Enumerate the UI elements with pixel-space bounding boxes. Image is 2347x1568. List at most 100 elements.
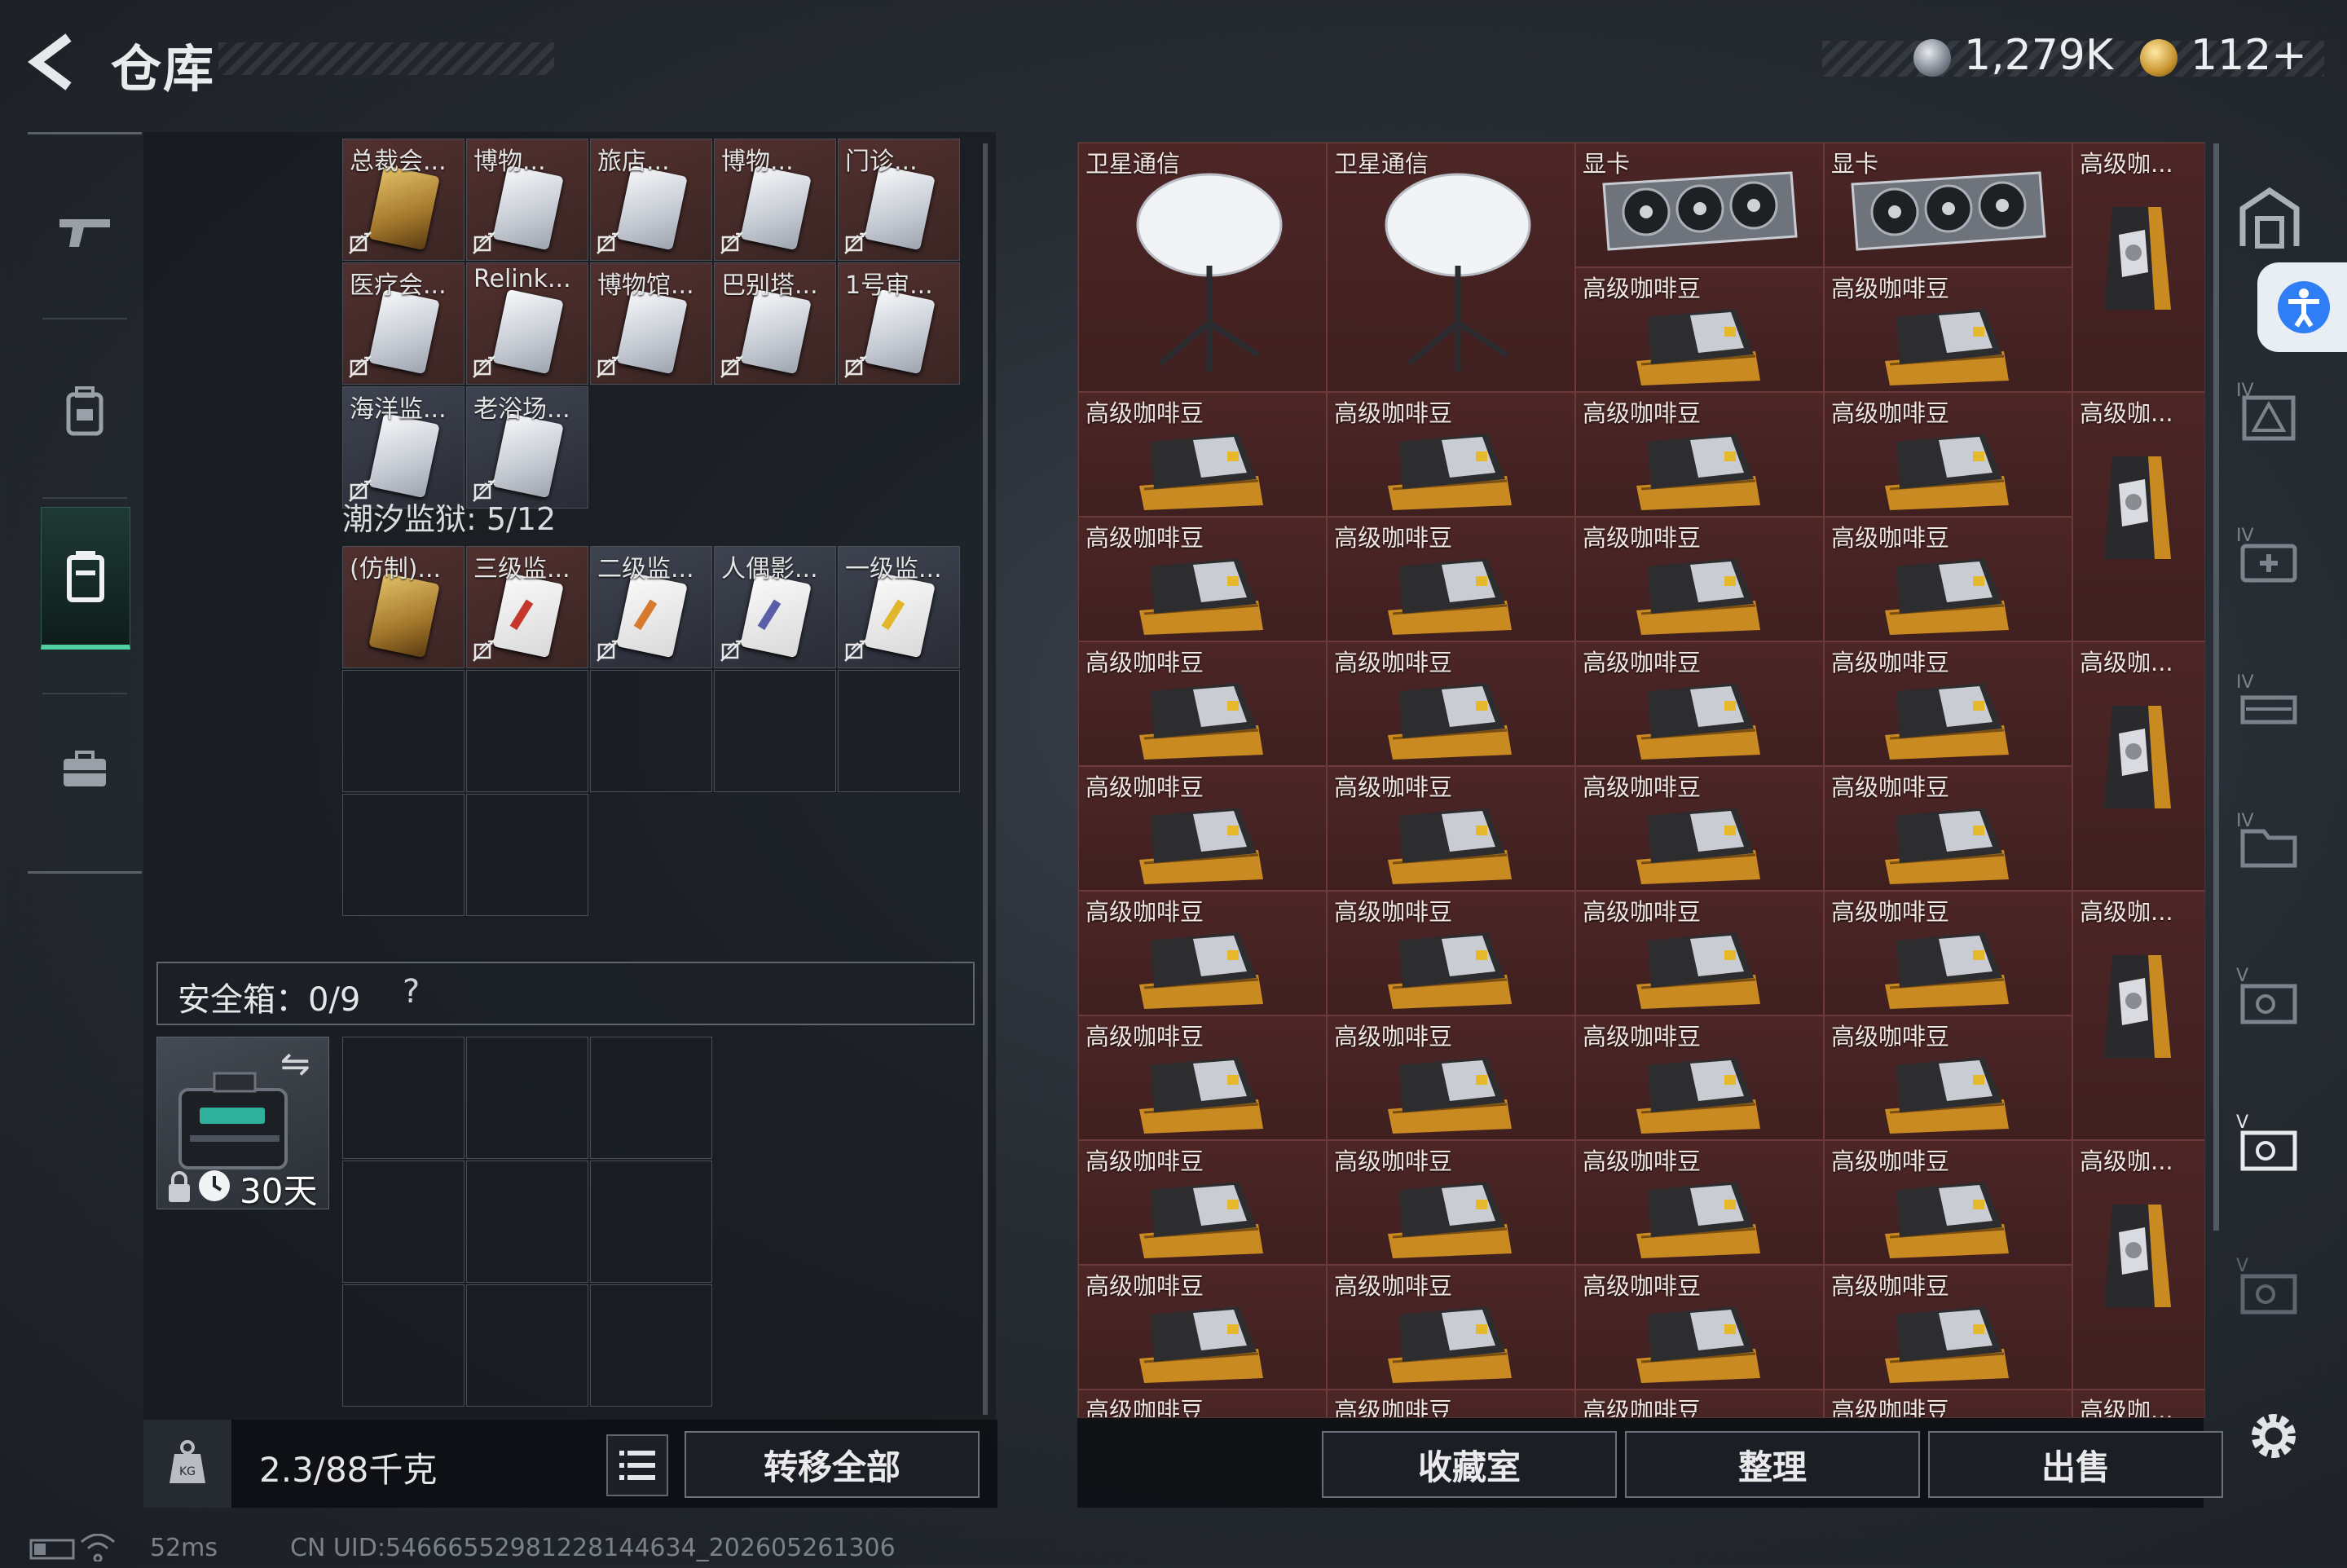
sort-button[interactable]: 整理 [1625, 1431, 1920, 1498]
stash-item[interactable]: 高级咖啡豆 [1078, 1265, 1327, 1390]
stash-item[interactable]: 高级咖啡豆 [1824, 891, 2072, 1015]
stash-item[interactable]: 高级咖啡豆 [1327, 1265, 1575, 1390]
stash-item[interactable]: 高级咖啡豆 [1824, 1390, 2072, 1417]
stash-item[interactable]: 高级咖啡豆 [1078, 891, 1327, 1015]
nav-weapons[interactable] [41, 163, 129, 300]
empty-slot[interactable] [590, 1161, 712, 1283]
stash-tab-4[interactable]: IV [2233, 377, 2306, 450]
empty-slot[interactable] [342, 1161, 465, 1283]
settings-button[interactable] [2241, 1403, 2306, 1469]
empty-slot[interactable] [466, 1284, 588, 1407]
stash-item[interactable]: 高级咖啡豆 [1327, 517, 1575, 641]
stash-item[interactable]: 高级咖啡豆 [1078, 392, 1327, 517]
stash-item[interactable]: 高级咖... [2072, 1390, 2204, 1417]
stash-item[interactable]: 高级咖啡豆 [1575, 1265, 1824, 1390]
stash-tab-main[interactable] [2233, 181, 2306, 254]
empty-slot[interactable] [342, 794, 465, 916]
item-slot[interactable]: 一级监... [838, 546, 960, 668]
stash-item[interactable]: 高级咖啡豆 [1078, 1140, 1327, 1265]
item-slot[interactable]: 门诊... [838, 139, 960, 261]
empty-slot[interactable] [590, 1037, 712, 1159]
stash-tab-medical[interactable]: IV [2233, 522, 2306, 595]
empty-slot[interactable] [466, 1037, 588, 1159]
item-slot[interactable]: 医疗会... [342, 262, 465, 385]
stash-tab-5a[interactable]: V [2233, 962, 2306, 1035]
item-slot[interactable]: (仿制)... [342, 546, 465, 668]
stash-item[interactable]: 高级咖啡豆 [1327, 1015, 1575, 1140]
stash-item[interactable]: 高级咖啡豆 [1575, 267, 1824, 392]
empty-slot[interactable] [342, 1037, 465, 1159]
stash-item[interactable]: 高级咖啡豆 [1327, 641, 1575, 766]
stash-item[interactable]: 显卡 [1824, 143, 2072, 267]
stash-item[interactable]: 高级咖啡豆 [1575, 766, 1824, 891]
item-slot[interactable]: 人偶影... [714, 546, 836, 668]
stash-item[interactable]: 高级咖啡豆 [1327, 766, 1575, 891]
empty-slot[interactable] [466, 670, 588, 792]
nav-supplies[interactable] [41, 507, 130, 650]
empty-slot[interactable] [590, 1284, 712, 1407]
accessibility-button[interactable] [2257, 262, 2347, 352]
stash-item[interactable]: 高级咖啡豆 [1824, 1265, 2072, 1390]
item-slot[interactable]: 1号审... [838, 262, 960, 385]
empty-slot[interactable] [466, 1161, 588, 1283]
transfer-all-button[interactable]: 转移全部 [685, 1431, 980, 1498]
stash-item[interactable]: 高级咖啡豆 [1327, 1390, 1575, 1417]
item-slot[interactable]: 巴别塔... [714, 262, 836, 385]
item-slot[interactable]: 博物... [466, 139, 588, 261]
stash-tab-5b[interactable]: V [2233, 1108, 2306, 1182]
back-button[interactable] [23, 29, 88, 95]
stash-item[interactable]: 高级咖... [2072, 1140, 2204, 1390]
item-slot[interactable]: Relink... [466, 262, 588, 385]
collection-room-button[interactable]: 收藏室 [1322, 1431, 1617, 1498]
stash-item[interactable]: 高级咖啡豆 [1575, 1015, 1824, 1140]
stash-item[interactable]: 高级咖... [2072, 392, 2204, 641]
stash-item[interactable]: 高级咖啡豆 [1078, 641, 1327, 766]
item-slot[interactable]: 二级监... [590, 546, 712, 668]
list-view-button[interactable] [606, 1434, 668, 1496]
stash-item[interactable]: 高级咖... [2072, 143, 2204, 392]
stash-tab-weapon[interactable]: IV [2233, 668, 2306, 742]
stash-item[interactable]: 高级咖... [2072, 891, 2204, 1140]
stash-item[interactable]: 高级咖啡豆 [1824, 641, 2072, 766]
item-slot[interactable]: 三级监... [466, 546, 588, 668]
item-slot[interactable]: 博物馆... [590, 262, 712, 385]
stash-item[interactable]: 高级咖啡豆 [1327, 891, 1575, 1015]
item-slot[interactable]: 博物... [714, 139, 836, 261]
stash-item[interactable]: 高级咖啡豆 [1575, 1140, 1824, 1265]
help-button[interactable]: ? [403, 973, 420, 1011]
storage-scrollbar[interactable] [983, 143, 988, 1415]
stash-item[interactable]: 高级咖啡豆 [1575, 392, 1824, 517]
stash-scrollbar[interactable] [2213, 143, 2219, 1231]
swap-icon[interactable]: ⇋ [280, 1043, 310, 1085]
stash-item[interactable]: 高级咖啡豆 [1824, 392, 2072, 517]
stash-item[interactable]: 高级咖啡豆 [1078, 1390, 1327, 1417]
stash-item[interactable]: 高级咖啡豆 [1078, 1015, 1327, 1140]
item-slot[interactable]: 总裁会... [342, 139, 465, 261]
stash-item[interactable]: 高级咖... [2072, 641, 2204, 891]
stash-item[interactable]: 高级咖啡豆 [1824, 517, 2072, 641]
stash-item[interactable]: 高级咖啡豆 [1575, 1390, 1824, 1417]
empty-slot[interactable] [838, 670, 960, 792]
nav-backpack[interactable] [41, 342, 129, 479]
stash-item[interactable]: 高级咖啡豆 [1078, 517, 1327, 641]
item-slot[interactable]: 老浴场... [466, 386, 588, 509]
stash-item[interactable]: 高级咖啡豆 [1327, 1140, 1575, 1265]
stash-item[interactable]: 高级咖啡豆 [1575, 641, 1824, 766]
empty-slot[interactable] [342, 670, 465, 792]
stash-item[interactable]: 卫星通信 [1078, 143, 1327, 392]
stash-item[interactable]: 高级咖啡豆 [1824, 267, 2072, 392]
stash-item[interactable]: 高级咖啡豆 [1824, 766, 2072, 891]
stash-item[interactable]: 卫星通信 [1327, 143, 1575, 392]
stash-item[interactable]: 高级咖啡豆 [1078, 766, 1327, 891]
item-slot[interactable]: 旅店... [590, 139, 712, 261]
nav-equipment[interactable] [41, 701, 129, 838]
empty-slot[interactable] [714, 670, 836, 792]
stash-item[interactable]: 高级咖啡豆 [1824, 1140, 2072, 1265]
gold-coin-amount[interactable]: 112+ [2191, 31, 2307, 80]
stash-tab-docs[interactable]: IV [2233, 807, 2306, 880]
empty-slot[interactable] [466, 794, 588, 916]
stash-item[interactable]: 高级咖啡豆 [1327, 392, 1575, 517]
sell-button[interactable]: 出售 [1928, 1431, 2223, 1498]
stash-item[interactable]: 高级咖啡豆 [1575, 517, 1824, 641]
stash-item[interactable]: 显卡 [1575, 143, 1824, 267]
